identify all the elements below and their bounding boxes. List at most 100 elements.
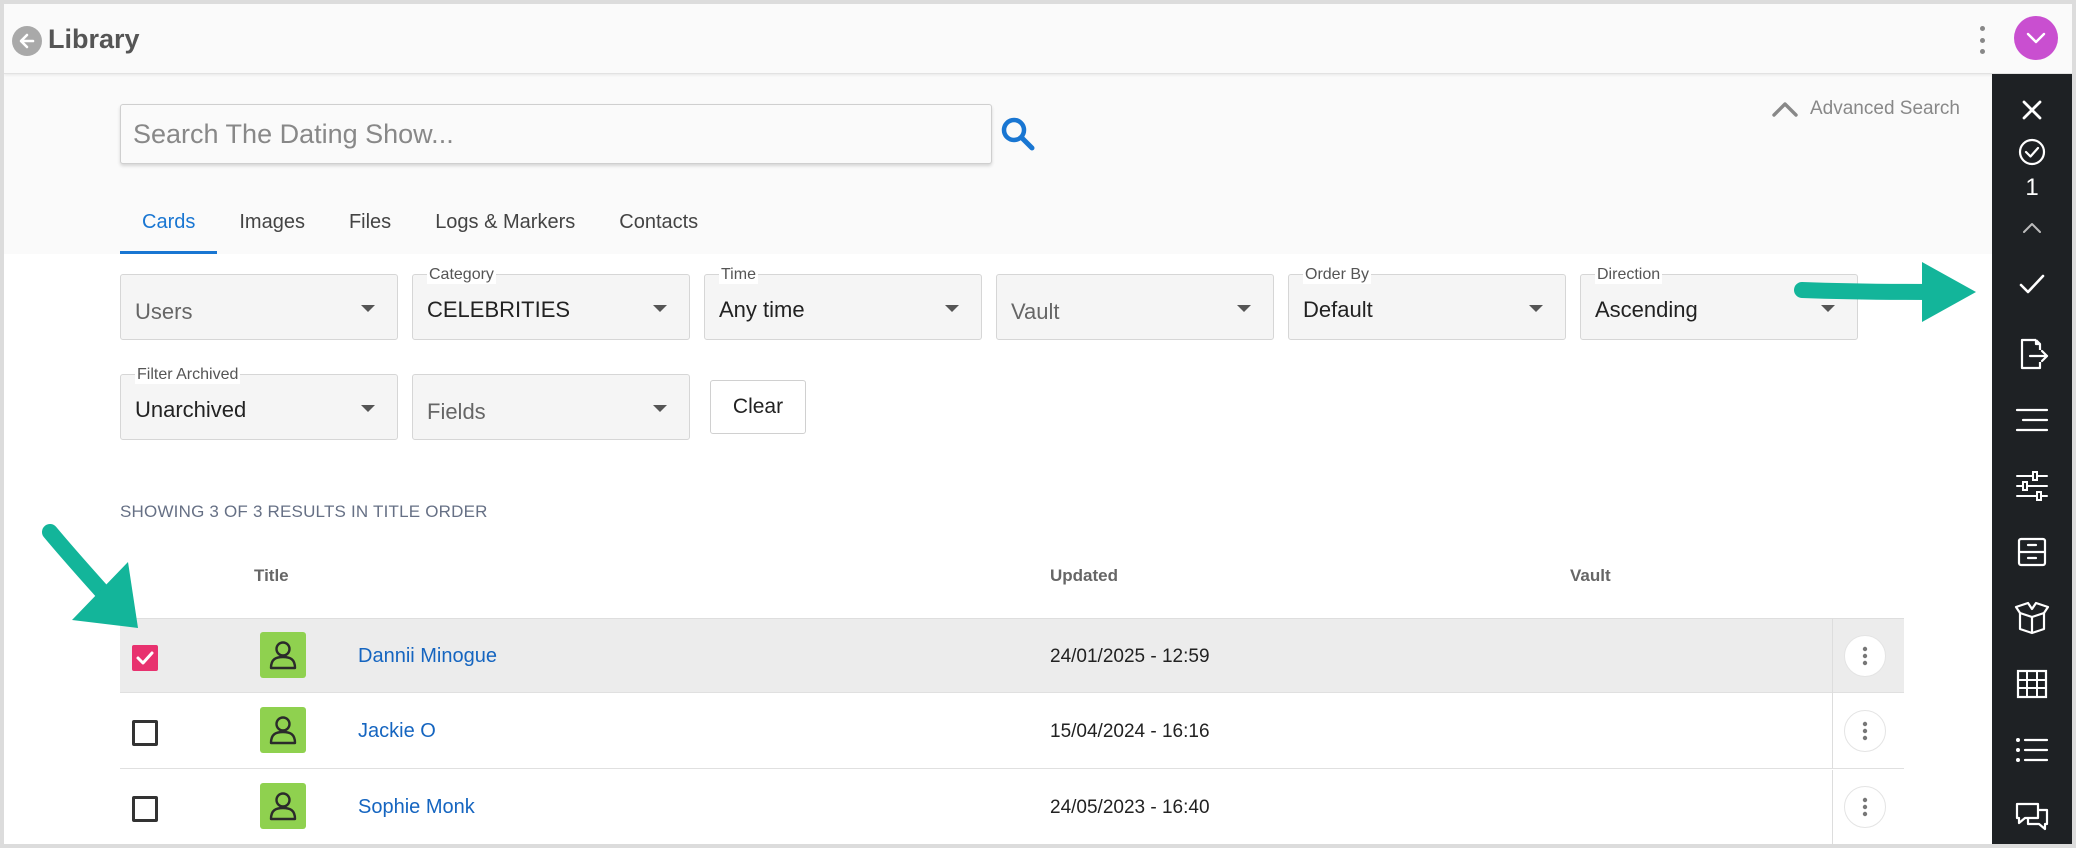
content-tabs: Cards Images Files Logs & Markers Contac… (120, 204, 720, 254)
direction-select-value: Ascending (1595, 297, 1698, 322)
close-icon (2022, 100, 2042, 120)
order-by-select[interactable]: Order By Default (1288, 266, 1566, 340)
contact-thumbnail (260, 707, 306, 753)
check-icon (2019, 274, 2045, 294)
row-title-link[interactable]: Jackie O (358, 720, 436, 743)
row-divider (1832, 694, 1833, 769)
annotation-arrow-icon (42, 524, 138, 628)
column-header-title[interactable]: Title (254, 566, 289, 586)
filter-archived-select-label: Filter Archived (135, 366, 241, 384)
kebab-dot-icon (1979, 49, 1985, 54)
users-select[interactable]: Users (120, 274, 398, 340)
list-view-button[interactable] (2012, 730, 2052, 770)
vault-select-value: Vault (1011, 299, 1060, 324)
tab-files[interactable]: Files (327, 204, 413, 254)
row-more-button[interactable] (1844, 786, 1886, 828)
clear-button[interactable]: Clear (710, 380, 806, 434)
direction-select-label: Direction (1595, 266, 1663, 284)
chevron-down-icon (2026, 32, 2046, 44)
table-row[interactable]: Jackie O 15/04/2024 - 16:16 (120, 694, 1904, 769)
close-selection-button[interactable] (2012, 90, 2052, 130)
archive-icon (2017, 537, 2047, 567)
category-select-label: Category (427, 266, 496, 284)
user-avatar-button[interactable] (2014, 16, 2058, 60)
row-checkbox[interactable] (132, 645, 158, 671)
select-all-button[interactable] (2012, 132, 2052, 172)
caret-down-icon (361, 405, 375, 412)
table-row[interactable]: Dannii Minogue 24/01/2025 - 12:59 (120, 618, 1904, 694)
fields-select[interactable]: Fields (412, 374, 690, 440)
check-circle-icon (2018, 138, 2046, 166)
kebab-vertical-icon (1862, 646, 1868, 666)
row-checkbox[interactable] (132, 720, 158, 746)
arrow-left-icon (19, 33, 35, 49)
kebab-dot-icon (1979, 37, 1985, 43)
tab-images[interactable]: Images (217, 204, 327, 254)
category-select[interactable]: Category CELEBRITIES (412, 266, 690, 340)
person-icon (269, 716, 297, 745)
collapse-panel-button[interactable] (2012, 208, 2052, 248)
box-button[interactable] (2012, 598, 2052, 638)
category-select-value: CELEBRITIES (427, 297, 571, 322)
filter-archived-select[interactable]: Filter Archived Unarchived (120, 366, 398, 440)
row-title-link[interactable]: Sophie Monk (358, 796, 475, 819)
page-title: Library (48, 24, 140, 54)
time-select[interactable]: Time Any time (704, 266, 982, 340)
row-updated: 24/05/2023 - 16:40 (1050, 797, 1210, 818)
advanced-search-toggle[interactable]: Advanced Search (1772, 98, 1960, 120)
export-icon (2020, 338, 2049, 370)
sliders-icon (2016, 471, 2048, 501)
export-button[interactable] (2012, 334, 2052, 374)
tab-logs-markers[interactable]: Logs & Markers (413, 204, 597, 254)
check-icon (136, 651, 154, 665)
lines-icon (2015, 408, 2049, 432)
adjust-button[interactable] (2012, 466, 2052, 506)
search-field[interactable] (120, 104, 992, 164)
tab-cards[interactable]: Cards (120, 204, 218, 254)
confirm-selection-button[interactable] (2012, 264, 2052, 304)
back-button[interactable] (12, 26, 42, 56)
kebab-dot-icon (1979, 26, 1985, 31)
grid-view-button[interactable] (2012, 664, 2052, 704)
box-icon (2014, 601, 2050, 635)
search-icon[interactable] (1000, 116, 1036, 152)
contact-thumbnail (260, 783, 306, 829)
annotation-arrow-icon (1794, 262, 1976, 322)
kebab-vertical-icon (1862, 797, 1868, 817)
row-divider (1832, 619, 1833, 694)
tab-contacts[interactable]: Contacts (597, 204, 720, 254)
chevron-up-icon (2023, 223, 2041, 233)
fields-select-value: Fields (427, 399, 486, 424)
column-header-updated[interactable]: Updated (1050, 566, 1118, 586)
grid-icon (2016, 669, 2048, 699)
caret-down-icon (1237, 305, 1251, 312)
selection-side-panel: 1 (1992, 74, 2072, 844)
time-select-value: Any time (719, 297, 805, 322)
search-input[interactable] (121, 105, 991, 163)
list-icon (2016, 738, 2049, 762)
advanced-search-label: Advanced Search (1810, 98, 1960, 119)
selected-count: 1 (2025, 174, 2039, 201)
comments-button[interactable] (2012, 796, 2052, 836)
row-updated: 24/01/2025 - 12:59 (1050, 646, 1210, 667)
archive-button[interactable] (2012, 532, 2052, 572)
app-window: Library Advanced Search Cards Images Fil… (4, 4, 2072, 844)
kebab-vertical-icon (1862, 721, 1868, 741)
row-more-button[interactable] (1844, 635, 1886, 677)
chevron-up-icon (1772, 102, 1798, 117)
row-title-link[interactable]: Dannii Minogue (358, 645, 497, 668)
table-row[interactable]: Sophie Monk 24/05/2023 - 16:40 (120, 770, 1904, 844)
row-divider (1832, 770, 1833, 844)
more-menu-button[interactable] (1972, 22, 1992, 58)
caret-down-icon (653, 405, 667, 412)
column-header-vault[interactable]: Vault (1570, 566, 1611, 586)
caret-down-icon (361, 305, 375, 312)
row-checkbox[interactable] (132, 796, 158, 822)
order-by-select-label: Order By (1303, 266, 1372, 284)
vault-select[interactable]: Vault (996, 274, 1274, 340)
row-more-button[interactable] (1844, 710, 1886, 752)
details-button[interactable] (2012, 400, 2052, 440)
time-select-label: Time (719, 266, 758, 284)
users-select-value: Users (135, 299, 193, 324)
person-icon (269, 792, 297, 821)
